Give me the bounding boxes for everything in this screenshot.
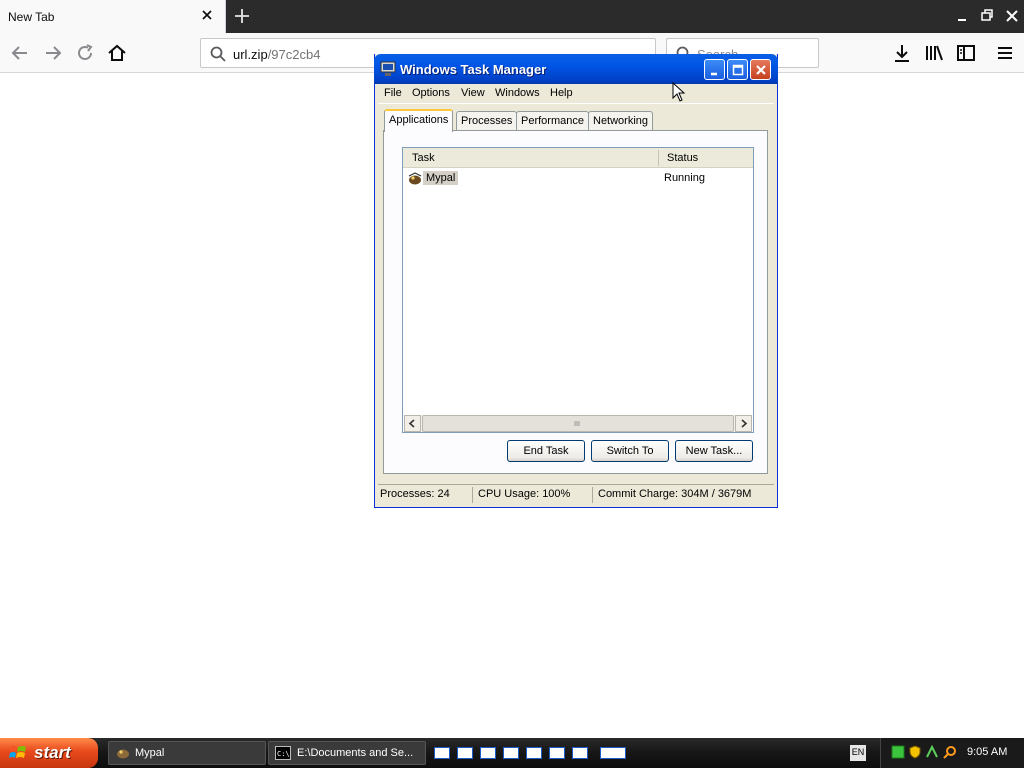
tab-performance[interactable]: Performance [516,111,589,131]
menu-windows[interactable]: Windows [495,87,540,99]
close-tab-icon[interactable] [200,8,214,22]
processes-count: Processes: 24 [380,488,450,500]
status-bar: Processes: 24 CPU Usage: 100% Commit Cha… [378,484,774,504]
mypal-icon [115,746,131,760]
svg-text:C:\: C:\ [277,750,290,758]
taskbar-item-mypal[interactable]: Mypal [108,741,266,765]
back-icon[interactable] [8,41,32,65]
sidebar-icon[interactable] [954,41,978,65]
window-icon[interactable] [526,747,542,759]
cmd-icon: C:\ [275,746,291,760]
minimize-icon[interactable] [951,5,973,27]
taskbar: start Mypal C:\ E:\Documents and Se... E… [0,738,1024,768]
end-task-button[interactable]: End Task [507,440,585,462]
reload-icon[interactable] [73,41,97,65]
scroll-right-icon[interactable] [735,415,752,432]
row-task-name: Mypal [423,171,459,185]
window-icon[interactable] [434,747,450,759]
tab-networking[interactable]: Networking [588,111,654,131]
url-text: url.zip/97c2cb4 [233,47,321,62]
tab-strip: Applications Processes Performance Netwo… [383,109,763,132]
menu-view[interactable]: View [461,87,485,99]
taskbar-item-label: E:\Documents and Se... [297,747,414,759]
language-indicator[interactable]: EN [850,745,866,761]
taskbar-item-label: Mypal [135,747,165,759]
column-divider[interactable] [658,150,659,166]
close-icon[interactable] [750,59,771,80]
windows-logo-icon [8,744,28,762]
tab-processes[interactable]: Processes [456,111,518,131]
menu-bar: File Options View Windows Help [378,84,774,104]
status-divider [472,487,473,503]
mypal-icon [407,172,423,186]
cpu-usage: CPU Usage: 100% [478,488,571,500]
table-row[interactable]: Mypal Running [403,170,753,188]
forward-icon[interactable] [41,41,65,65]
restore-icon[interactable] [976,5,998,27]
mouse-cursor-icon [672,81,686,102]
green-square-icon[interactable] [891,745,905,759]
window-title: Windows Task Manager [400,62,547,77]
new-tab-icon[interactable] [231,5,253,27]
shield-icon[interactable] [908,745,922,759]
list-header: Task Status [403,148,753,168]
network-icon[interactable] [925,744,939,759]
horizontal-scrollbar[interactable] [404,415,752,432]
scrollbar-thumb[interactable] [422,415,734,432]
window-icon[interactable] [572,747,588,759]
menu-file[interactable]: File [384,87,402,99]
window-icon[interactable] [480,747,496,759]
switch-to-button[interactable]: Switch To [591,440,669,462]
start-label: start [34,743,71,762]
window-icon[interactable] [503,747,519,759]
column-status[interactable]: Status [667,152,698,164]
window-icon[interactable] [457,747,473,759]
new-task-button[interactable]: New Task... [675,440,753,462]
task-list[interactable]: Task Status Mypal Running [402,147,754,433]
window-icon[interactable] [549,747,565,759]
task-manager-icon [380,61,396,77]
search-icon [209,45,227,63]
system-tray: 9:05 AM [880,738,1024,768]
search-icon[interactable] [943,745,957,759]
title-bar[interactable]: Windows Task Manager [374,54,778,84]
browser-tabbar: New Tab [0,0,1024,33]
clock[interactable]: 9:05 AM [967,746,1007,758]
close-window-icon[interactable] [1001,5,1023,27]
menu-options[interactable]: Options [412,87,450,99]
home-icon[interactable] [105,41,129,65]
library-icon[interactable] [922,41,946,65]
commit-charge: Commit Charge: 304M / 3679M [598,488,752,500]
taskbar-item-cmd[interactable]: C:\ E:\Documents and Se... [268,741,426,765]
applications-panel: Task Status Mypal Running End Task Switc… [383,130,768,474]
menu-help[interactable]: Help [550,87,573,99]
tab-applications[interactable]: Applications [384,109,454,132]
task-manager-window: Windows Task Manager File Options View W… [374,54,778,508]
tab-new-tab[interactable]: New Tab [0,0,226,33]
row-status: Running [664,172,705,184]
download-icon[interactable] [890,41,914,65]
window-icon[interactable] [600,747,626,759]
menu-icon[interactable] [993,41,1017,65]
column-task[interactable]: Task [412,152,435,164]
status-divider [592,487,593,503]
start-button[interactable]: start [0,738,98,768]
maximize-icon[interactable] [727,59,748,80]
minimize-icon[interactable] [704,59,725,80]
tab-title: New Tab [8,10,55,24]
scroll-left-icon[interactable] [404,415,421,432]
